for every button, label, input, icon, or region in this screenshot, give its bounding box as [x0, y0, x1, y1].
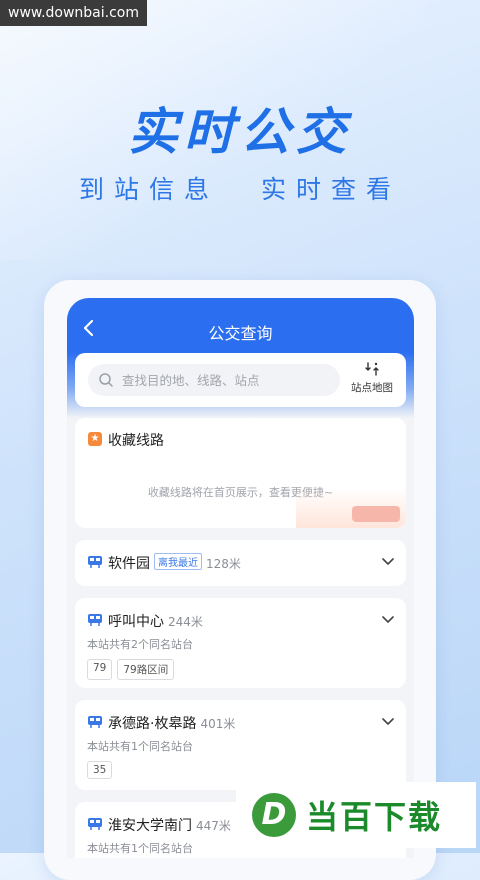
stop-name: 承德路·枚皋路: [108, 716, 197, 732]
app-header: 公交查询 站点地图: [67, 298, 414, 418]
site-watermark: www.downbai.com: [0, 0, 147, 26]
stop-distance: 401米: [200, 717, 236, 731]
stop-distance: 128米: [206, 557, 241, 571]
stop-name: 软件园: [108, 556, 150, 572]
favorite-lines-title: 收藏线路: [108, 433, 164, 449]
bus-stop-icon: [88, 556, 102, 568]
brand-text: 当百下载: [306, 798, 443, 836]
search-icon: [99, 373, 113, 387]
app-screen: 公交查询 站点地图 ★ 收藏线路 收藏线路将在首页展示，查看更便捷~: [67, 298, 414, 858]
stop-description: 本站共有1个同名站台: [87, 740, 193, 753]
line-chip[interactable]: 79路区间: [117, 659, 175, 680]
stop-name: 呼叫中心: [108, 614, 164, 630]
star-icon: ★: [88, 432, 102, 446]
bus-stop-icon: [88, 614, 102, 626]
page-title: 公交查询: [208, 324, 273, 343]
search-card: 站点地图: [75, 353, 406, 407]
bus-stop-icon: [88, 818, 102, 830]
bus-illustration: [296, 488, 406, 528]
line-chip[interactable]: 35: [87, 761, 113, 779]
stop-card[interactable]: 软件园 离我最近 128米: [75, 540, 406, 586]
stop-title: 软件园 离我最近 128米: [108, 553, 241, 573]
stop-description: 本站共有1个同名站台: [87, 842, 193, 855]
stop-card[interactable]: 承德路·枚皋路 401米 本站共有1个同名站台 35: [75, 700, 406, 790]
hero-title: 实时公交: [128, 103, 352, 161]
chevron-down-icon[interactable]: [382, 616, 394, 624]
route-map-icon: [365, 362, 379, 376]
hero-subtitle-right: 实时查看: [260, 175, 401, 204]
stop-title: 承德路·枚皋路 401米: [108, 713, 235, 733]
hero-subtitle-left: 到站信息: [79, 175, 220, 204]
nearest-badge: 离我最近: [154, 553, 202, 570]
stop-title: 呼叫中心 244米: [108, 611, 203, 631]
favorite-lines-card: ★ 收藏线路 收藏线路将在首页展示，查看更便捷~: [75, 418, 406, 528]
station-map-button[interactable]: 站点地图: [346, 361, 398, 399]
chevron-down-icon[interactable]: [382, 718, 394, 726]
stop-description: 本站共有2个同名站台: [87, 638, 193, 651]
chevron-down-icon[interactable]: [382, 558, 394, 566]
bus-stop-icon: [88, 716, 102, 728]
station-map-label: 站点地图: [351, 382, 393, 394]
stop-name: 淮安大学南门: [108, 818, 192, 834]
bus-icon: [352, 506, 400, 522]
brand-watermark: D 当百下载: [236, 782, 476, 848]
brand-logo-icon: D: [252, 793, 296, 837]
line-chips: 79 79路区间: [87, 659, 175, 680]
search-box[interactable]: [88, 364, 340, 396]
line-chip[interactable]: 79: [87, 659, 113, 680]
stop-card[interactable]: 呼叫中心 244米 本站共有2个同名站台 79 79路区间: [75, 598, 406, 688]
hero-subtitle: 到站信息 实时查看: [0, 170, 480, 206]
stop-title: 淮安大学南门 447米: [108, 815, 231, 835]
line-chips: 35: [87, 761, 113, 779]
stop-distance: 244米: [168, 615, 203, 629]
search-input[interactable]: [120, 371, 334, 389]
stop-distance: 447米: [196, 819, 231, 833]
